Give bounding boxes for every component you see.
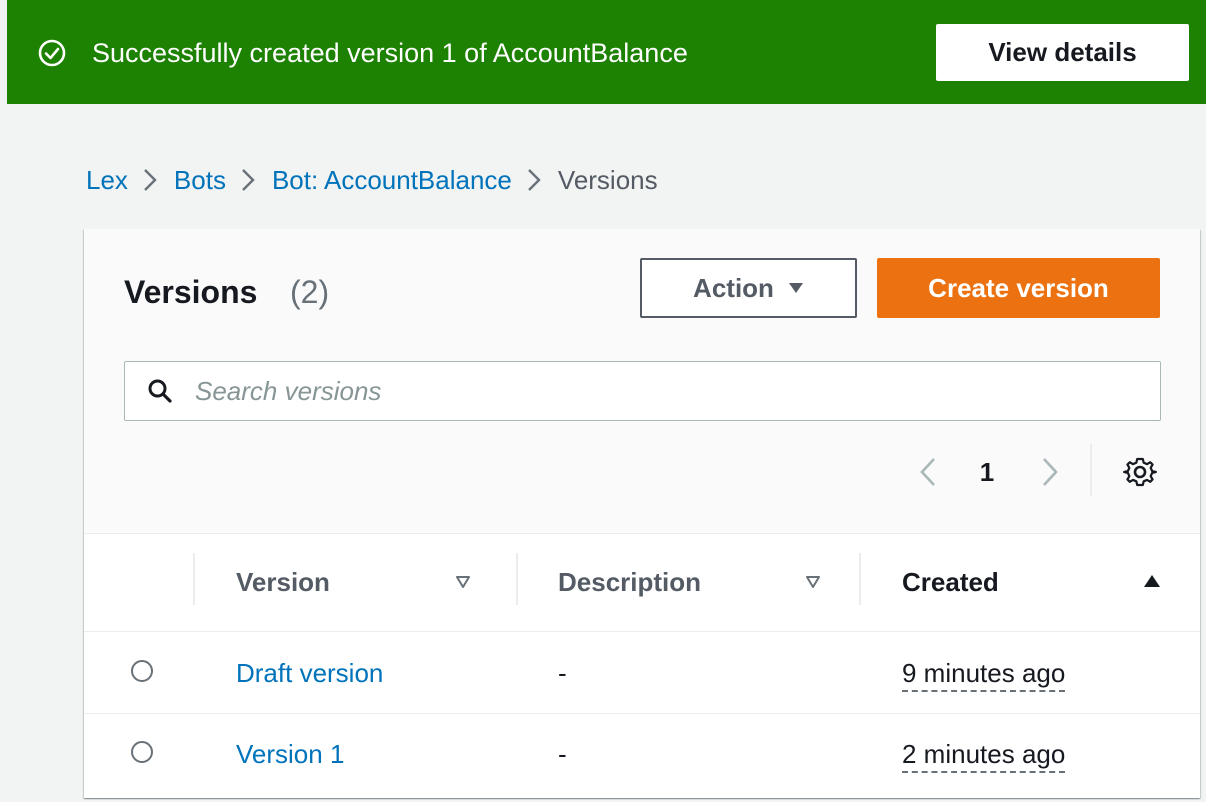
row-select-radio[interactable] <box>131 660 153 682</box>
panel-title: Versions <box>124 274 258 310</box>
create-version-button[interactable]: Create version <box>877 258 1160 318</box>
chevron-right-icon <box>512 160 558 200</box>
sort-unsorted-icon[interactable] <box>806 576 820 588</box>
breadcrumb-versions: Versions <box>557 164 658 195</box>
breadcrumb: Lex Bots Bot: AccountBalance Versions <box>86 160 658 200</box>
divider <box>1090 444 1092 496</box>
created-cell[interactable]: 2 minutes ago <box>902 737 1066 773</box>
breadcrumb-bots[interactable]: Bots <box>174 165 226 196</box>
success-flash-banner: Successfully created version 1 of Accoun… <box>7 0 1206 104</box>
description-cell: - <box>558 739 567 769</box>
sort-ascending-icon[interactable] <box>1143 574 1161 588</box>
versions-table-panel: Versions (2) Action Create version 1 Ver… <box>84 229 1200 798</box>
chevron-right-icon[interactable] <box>1034 455 1064 489</box>
sort-unsorted-icon[interactable] <box>456 576 470 588</box>
column-header-version[interactable]: Version <box>236 559 330 605</box>
gear-icon[interactable] <box>1123 455 1157 489</box>
caret-down-icon <box>788 283 803 293</box>
chevron-right-icon <box>226 160 272 200</box>
row-select-radio[interactable] <box>131 741 153 763</box>
description-cell: - <box>558 658 567 688</box>
search-box <box>124 361 1161 421</box>
breadcrumb-lex[interactable]: Lex <box>86 165 128 196</box>
row-divider <box>84 713 1200 714</box>
page-number-button[interactable]: 1 <box>974 455 1000 489</box>
column-header-created[interactable]: Created <box>902 559 999 605</box>
created-cell[interactable]: 9 minutes ago <box>902 656 1066 692</box>
search-input[interactable] <box>195 370 1135 412</box>
column-divider <box>193 553 195 605</box>
panel-count: (2) <box>290 274 330 310</box>
chevron-left-icon[interactable] <box>914 455 944 489</box>
action-button-label: Action <box>693 272 774 303</box>
action-dropdown-button[interactable]: Action <box>640 258 857 318</box>
table-header-divider <box>84 631 1200 632</box>
column-header-description[interactable]: Description <box>558 559 701 605</box>
check-circle-icon <box>38 39 66 67</box>
column-divider <box>516 553 518 605</box>
view-details-button[interactable]: View details <box>936 24 1189 81</box>
version-link[interactable]: Version 1 <box>236 737 344 771</box>
column-divider <box>859 553 861 605</box>
version-link[interactable]: Draft version <box>236 656 383 690</box>
search-icon <box>148 379 172 403</box>
breadcrumb-bot-accountbalance[interactable]: Bot: AccountBalance <box>272 165 512 196</box>
chevron-right-icon <box>128 160 174 200</box>
flash-message: Successfully created version 1 of Accoun… <box>92 38 688 68</box>
